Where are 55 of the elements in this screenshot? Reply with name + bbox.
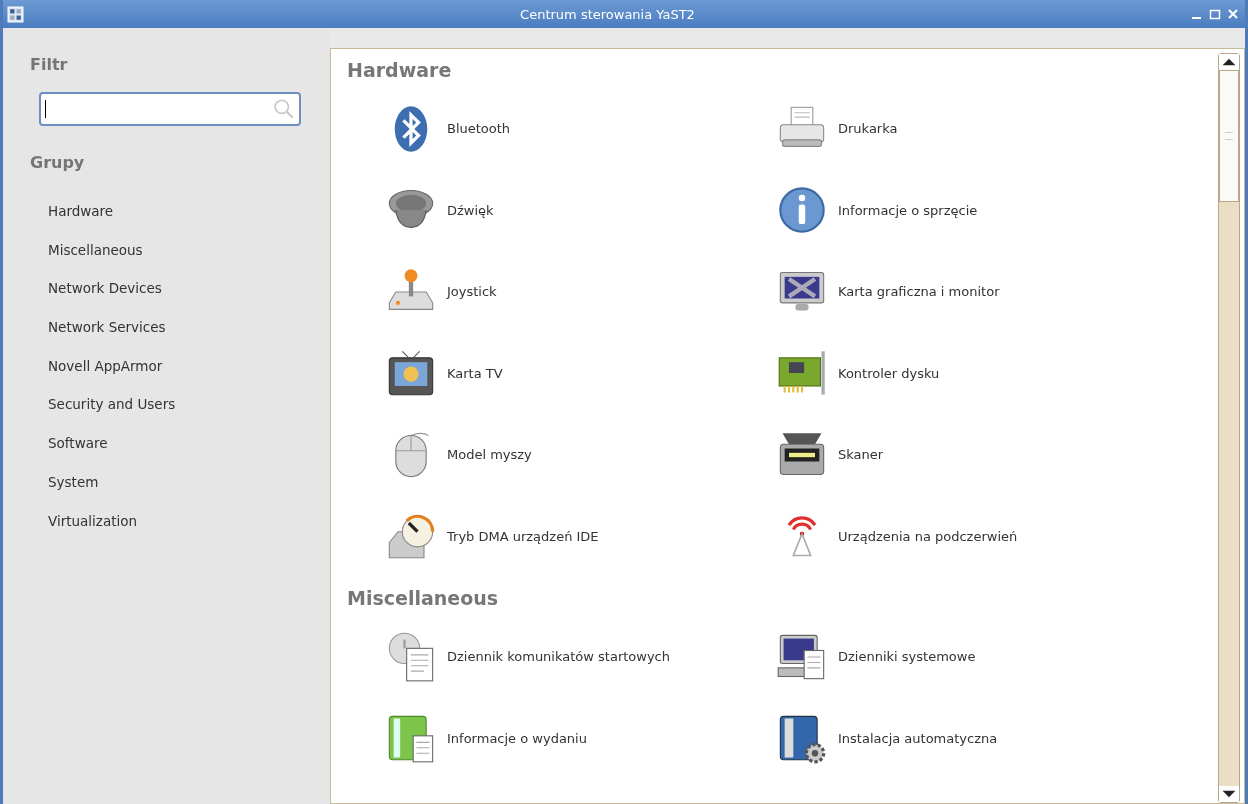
scrollbar[interactable] [1218,53,1240,803]
section-title: Miscellaneous [347,586,500,611]
section-title: Hardware [347,58,453,83]
module-label: Joystick [447,284,497,300]
search-field[interactable] [39,92,301,126]
maximize-button[interactable] [1209,8,1221,20]
module-item[interactable]: Drukarka [776,88,1176,170]
module-label: Dzienniki systemowe [838,649,976,665]
group-item[interactable]: Virtualization [48,501,330,541]
module-label: Informacje o sprzęcie [838,202,978,218]
module-item[interactable]: Tryb DMA urządzeń IDE [385,495,776,577]
app-icon [7,5,24,23]
scrollbar-thumb[interactable] [1219,70,1239,202]
group-item[interactable]: System [48,462,330,502]
module-label: Kontroler dysku [838,365,940,381]
module-item[interactable]: Dzienniki systemowe [776,616,1176,698]
module-label: Informacje o wydaniu [447,730,587,746]
module-label: Karta TV [447,365,503,381]
module-item[interactable]: Dziennik komunikatów startowych [385,616,776,698]
module-label: Drukarka [838,121,898,137]
group-item[interactable]: Miscellaneous [48,230,330,270]
group-item[interactable]: Security and Users [48,385,330,425]
module-label: Urządzenia na podczerwień [838,528,1018,544]
module-item[interactable]: Instalacja automatyczna [776,697,1176,779]
groups-label: Grupy [30,153,86,172]
module-label: Dziennik komunikatów startowych [447,649,670,665]
group-item[interactable]: Network Services [48,308,330,347]
module-item[interactable]: Karta graficzna i monitor [776,251,1176,333]
search-icon [273,98,295,120]
group-item[interactable]: Hardware [48,192,330,231]
module-item[interactable]: Kontroler dysku [776,332,1176,414]
module-item[interactable]: Informacje o wydaniu [385,697,776,779]
module-item[interactable]: Bluetooth [385,88,776,170]
module-label: Dźwięk [447,202,494,218]
close-button[interactable] [1227,8,1239,20]
module-label: Model myszy [447,447,532,463]
module-label: Karta graficzna i monitor [838,284,1000,300]
group-item[interactable]: Novell AppArmor [48,346,330,386]
module-item[interactable]: Informacje o sprzęcie [776,169,1176,251]
module-label: Skaner [838,447,884,463]
scroll-down-button[interactable] [1219,786,1239,802]
module-label: Tryb DMA urządzeń IDE [447,528,599,544]
scroll-up-button[interactable] [1219,54,1239,70]
group-item[interactable]: Software [48,424,330,463]
module-label: Bluetooth [447,121,511,137]
filter-label: Filtr [30,55,69,74]
module-item[interactable]: Dźwięk [385,169,776,251]
module-item[interactable]: Karta TV [385,332,776,414]
module-item[interactable]: Model myszy [385,414,776,496]
window-title: Centrum sterowania YaST2 [519,6,696,22]
module-item[interactable]: Skaner [776,414,1176,496]
module-item[interactable]: Urządzenia na podczerwień [776,495,1176,577]
module-label: Instalacja automatyczna [838,730,998,746]
group-item[interactable]: Network Devices [48,269,330,309]
module-item[interactable]: Joystick [385,251,776,333]
